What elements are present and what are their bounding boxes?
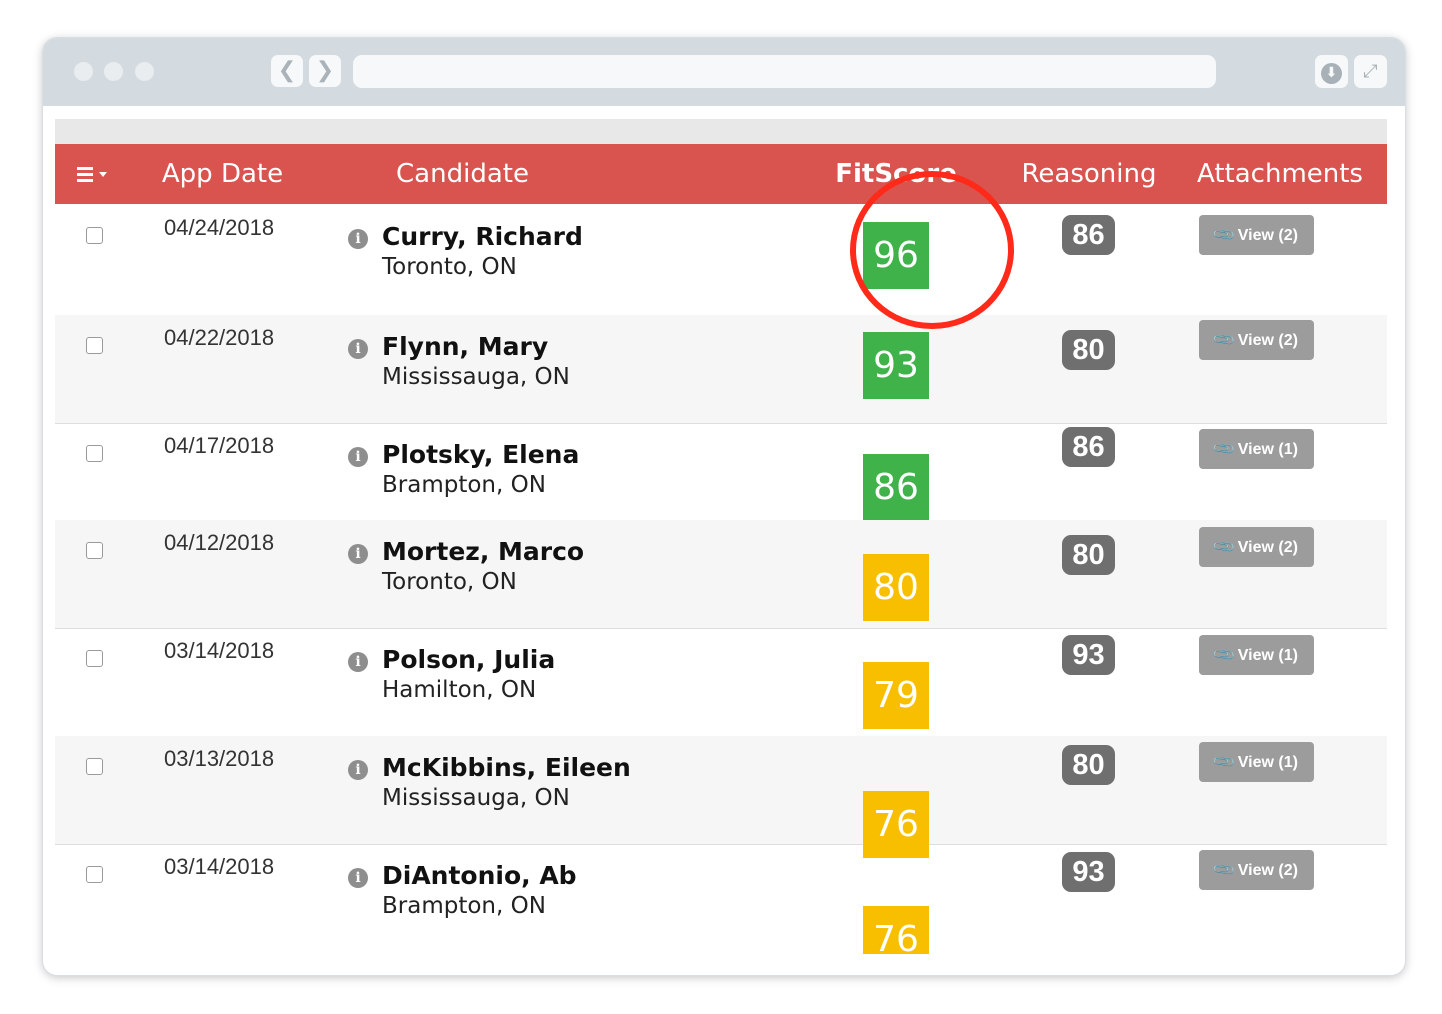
- view-attachments-button[interactable]: 📎View (2): [1199, 850, 1314, 890]
- candidate-name[interactable]: Polson, Julia: [382, 645, 555, 674]
- app-date: 04/24/2018: [164, 215, 275, 240]
- info-icon[interactable]: i: [348, 447, 368, 467]
- candidate-location: Brampton, ON: [382, 472, 546, 498]
- table-row[interactable]: 03/14/2018 i Polson, Julia Hamilton, ON …: [55, 628, 1387, 737]
- row-select-checkbox[interactable]: [86, 337, 103, 354]
- view-attachments-label: View (2): [1237, 862, 1298, 879]
- reasoning-score: 80: [1062, 745, 1115, 785]
- app-date: 04/12/2018: [164, 530, 275, 555]
- window-close-dot[interactable]: [74, 62, 93, 81]
- address-bar[interactable]: [353, 55, 1216, 88]
- column-menu-icon[interactable]: [77, 167, 101, 185]
- fitscore-badge: 79: [863, 662, 929, 729]
- app-date: 04/22/2018: [164, 325, 275, 350]
- info-icon[interactable]: i: [348, 339, 368, 359]
- reasoning-score: 93: [1062, 852, 1115, 892]
- app-date: 03/14/2018: [164, 854, 275, 879]
- window-maximize-dot[interactable]: [135, 62, 154, 81]
- header-app-date[interactable]: App Date: [135, 144, 310, 204]
- expand-icon: ⤢: [1363, 61, 1378, 82]
- info-icon[interactable]: i: [348, 229, 368, 249]
- back-button[interactable]: ❮: [271, 55, 303, 87]
- candidate-name[interactable]: DiAntonio, Ab: [382, 861, 577, 890]
- info-icon[interactable]: i: [348, 544, 368, 564]
- view-attachments-button[interactable]: 📎View (2): [1199, 527, 1314, 567]
- header-candidate[interactable]: Candidate: [355, 144, 570, 204]
- view-attachments-button[interactable]: 📎View (2): [1199, 215, 1314, 255]
- view-attachments-label: View (1): [1237, 441, 1298, 458]
- download-icon: ⬇: [1321, 63, 1342, 84]
- app-date: 03/14/2018: [164, 638, 275, 663]
- info-icon[interactable]: i: [348, 652, 368, 672]
- view-attachments-button[interactable]: 📎View (1): [1199, 429, 1314, 469]
- row-select-checkbox[interactable]: [86, 650, 103, 667]
- table-row[interactable]: 04/12/2018 i Mortez, Marco Toronto, ON 8…: [55, 520, 1387, 629]
- header-attachments[interactable]: Attachments: [1190, 144, 1370, 204]
- table-row[interactable]: 04/24/2018 i Curry, Richard Toronto, ON …: [55, 205, 1387, 316]
- candidate-name[interactable]: Mortez, Marco: [382, 537, 584, 566]
- reasoning-score: 80: [1062, 330, 1115, 370]
- view-attachments-label: View (1): [1237, 754, 1298, 771]
- fitscore-badge: 86: [863, 454, 929, 521]
- view-attachments-label: View (1): [1237, 647, 1298, 664]
- window-minimize-dot[interactable]: [104, 62, 123, 81]
- info-icon[interactable]: i: [348, 760, 368, 780]
- fullscreen-button[interactable]: ⤢: [1354, 55, 1387, 88]
- app-date: 03/13/2018: [164, 746, 275, 771]
- row-select-checkbox[interactable]: [86, 227, 103, 244]
- reasoning-score: 80: [1062, 535, 1115, 575]
- table-row[interactable]: 03/13/2018 i McKibbins, Eileen Mississau…: [55, 736, 1387, 858]
- view-attachments-button[interactable]: 📎View (1): [1199, 742, 1314, 782]
- row-select-checkbox[interactable]: [86, 542, 103, 559]
- app-date: 04/17/2018: [164, 433, 275, 458]
- table-row[interactable]: 04/17/2018 i Plotsky, Elena Brampton, ON…: [55, 423, 1387, 521]
- candidate-name[interactable]: McKibbins, Eileen: [382, 753, 631, 782]
- table-row[interactable]: 04/22/2018 i Flynn, Mary Mississauga, ON…: [55, 315, 1387, 424]
- candidate-location: Hamilton, ON: [382, 677, 537, 703]
- table-row[interactable]: 03/14/2018 i DiAntonio, Ab Brampton, ON …: [55, 844, 1387, 973]
- download-button[interactable]: ⬇: [1315, 55, 1348, 88]
- candidate-location: Mississauga, ON: [382, 785, 570, 811]
- candidate-location: Toronto, ON: [382, 569, 517, 595]
- browser-titlebar: ❮ ❯ ⬇ ⤢: [43, 38, 1405, 106]
- forward-button[interactable]: ❯: [309, 55, 341, 87]
- row-select-checkbox[interactable]: [86, 445, 103, 462]
- table-header: App Date Candidate FitScore Reasoning At…: [55, 144, 1387, 204]
- view-attachments-button[interactable]: 📎View (1): [1199, 635, 1314, 675]
- fitscore-highlight-circle: [850, 171, 1014, 329]
- fitscore-badge: 93: [863, 332, 929, 399]
- view-attachments-label: View (2): [1237, 227, 1298, 244]
- view-attachments-label: View (2): [1237, 539, 1298, 556]
- browser-window: ❮ ❯ ⬇ ⤢ App Date Candidate FitScore Reas…: [43, 38, 1405, 975]
- header-reasoning[interactable]: Reasoning: [1015, 144, 1163, 204]
- table-footer-space: [55, 954, 1387, 975]
- chevron-left-icon: ❮: [277, 58, 297, 83]
- reasoning-score: 86: [1062, 427, 1115, 467]
- info-icon[interactable]: i: [348, 868, 368, 888]
- candidate-location: Toronto, ON: [382, 254, 517, 280]
- reasoning-score: 93: [1062, 635, 1115, 675]
- chevron-right-icon: ❯: [315, 58, 335, 83]
- candidate-name[interactable]: Flynn, Mary: [382, 332, 548, 361]
- toolbar-strip: [55, 119, 1387, 144]
- candidate-name[interactable]: Curry, Richard: [382, 222, 583, 251]
- view-attachments-label: View (2): [1237, 332, 1298, 349]
- view-attachments-button[interactable]: 📎View (2): [1199, 320, 1314, 360]
- reasoning-score: 86: [1062, 215, 1115, 255]
- caret-down-icon: [99, 172, 107, 177]
- candidate-location: Mississauga, ON: [382, 364, 570, 390]
- fitscore-badge: 80: [863, 554, 929, 621]
- row-select-checkbox[interactable]: [86, 758, 103, 775]
- row-select-checkbox[interactable]: [86, 866, 103, 883]
- candidate-location: Brampton, ON: [382, 893, 546, 919]
- candidate-name[interactable]: Plotsky, Elena: [382, 440, 579, 469]
